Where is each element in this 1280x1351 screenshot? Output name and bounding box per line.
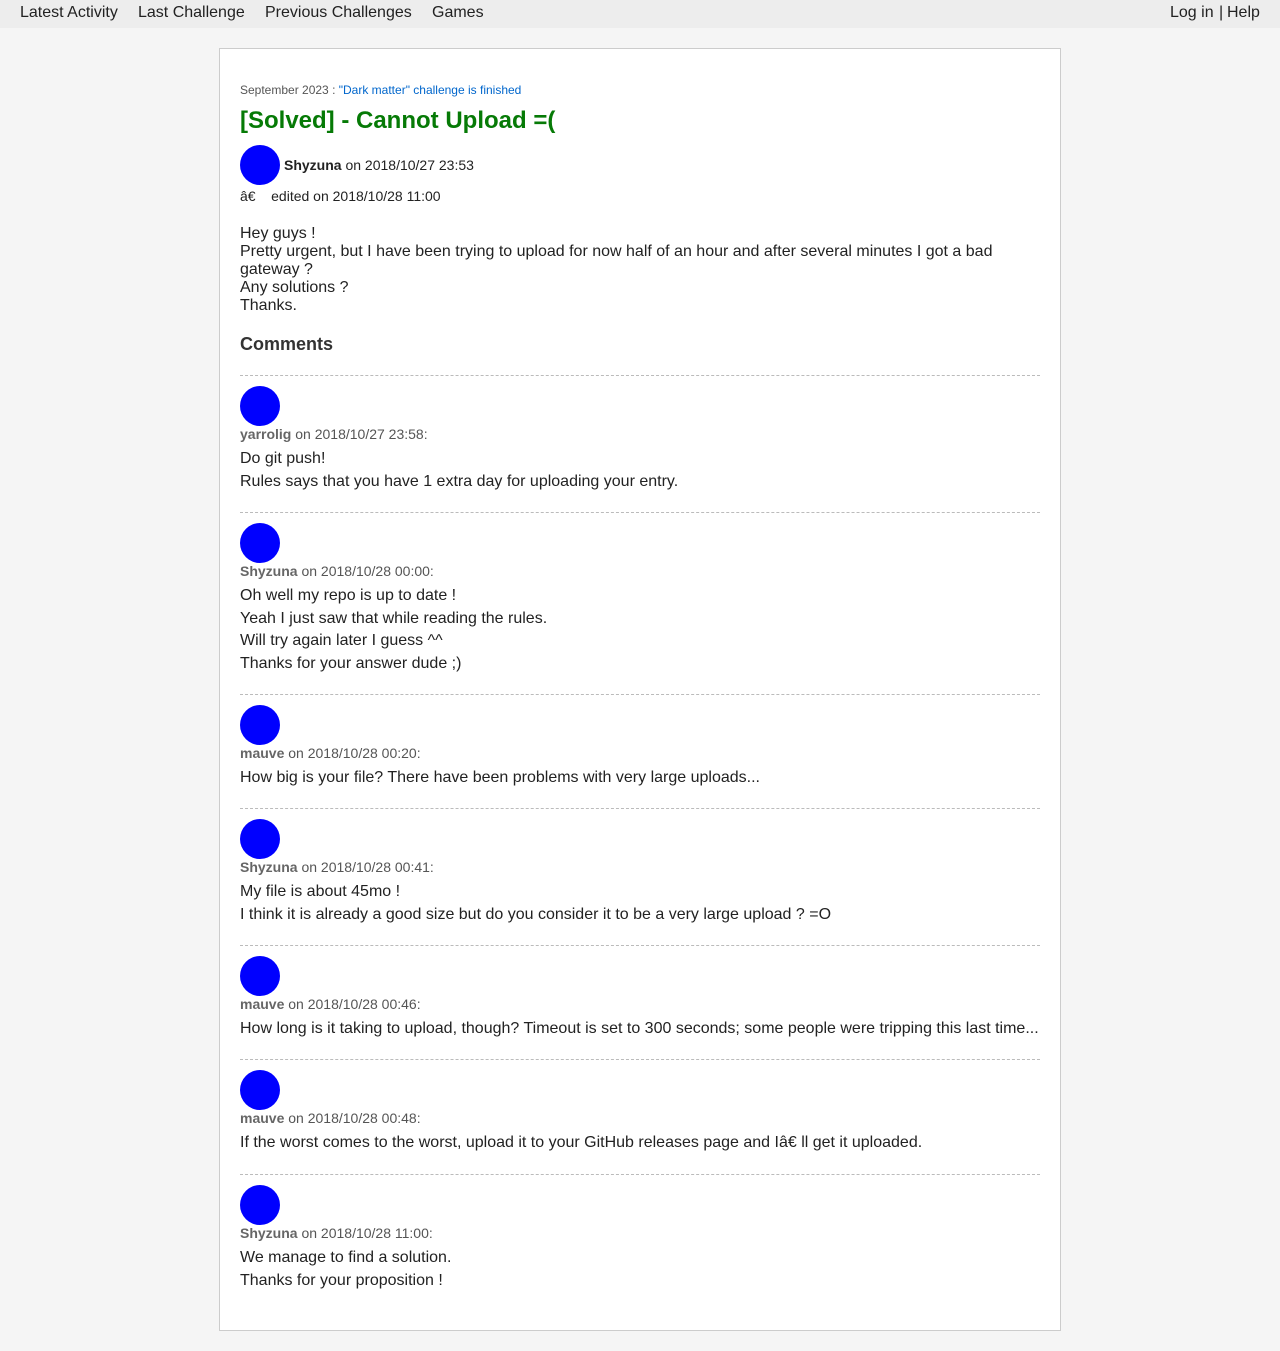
post-body: Hey guys ! Pretty urgent, but I have bee… bbox=[240, 225, 1030, 315]
comment-date: on 2018/10/28 00:00: bbox=[301, 563, 434, 579]
post-date: on 2018/10/27 23:53 bbox=[345, 157, 474, 173]
comment-body: Do git push! Rules says that you have 1 … bbox=[240, 448, 1040, 493]
comment-avatar[interactable] bbox=[240, 523, 280, 563]
nav-help[interactable]: Help bbox=[1227, 4, 1260, 22]
comment-body: If the worst comes to the worst, upload … bbox=[240, 1132, 1040, 1155]
announcement-bar: September 2023 : "Dark matter" challenge… bbox=[240, 83, 521, 97]
post-edited-line: â€ edited on 2018/10/28 11:00 bbox=[240, 188, 441, 204]
comment-meta: Shyzuna on 2018/10/28 00:00: bbox=[240, 563, 434, 579]
post-body-line: Thanks. bbox=[240, 297, 297, 314]
comment-item: yarrolig on 2018/10/27 23:58: Do git pus… bbox=[240, 375, 1040, 490]
comment-line: How big is your file? There have been pr… bbox=[240, 769, 760, 786]
post-title: [Solved] - Cannot Upload =( bbox=[240, 107, 556, 134]
comment-date: on 2018/10/28 00:48: bbox=[288, 1110, 421, 1126]
comment-avatar[interactable] bbox=[240, 819, 280, 859]
comment-line: My file is about 45mo ! bbox=[240, 883, 401, 900]
comment-line: Rules says that you have 1 extra day for… bbox=[240, 472, 679, 490]
announcement-date: September 2023 : bbox=[240, 83, 336, 97]
announcement-link[interactable]: "Dark matter" challenge is finished bbox=[339, 83, 522, 97]
comment-meta: Shyzuna on 2018/10/28 00:41: bbox=[240, 859, 434, 875]
comment-date: on 2018/10/28 00:46: bbox=[288, 996, 421, 1012]
comment-meta: mauve on 2018/10/28 00:46: bbox=[240, 996, 421, 1012]
comment-line: Do git push! bbox=[240, 450, 326, 467]
comment-author[interactable]: yarrolig bbox=[240, 426, 291, 442]
comment-item: Shyzuna on 2018/10/28 11:00: We manage t… bbox=[240, 1174, 1040, 1289]
comment-line: If the worst comes to the worst, upload … bbox=[240, 1134, 923, 1151]
nav-last-challenge[interactable]: Last Challenge bbox=[138, 4, 245, 22]
comment-avatar[interactable] bbox=[240, 705, 280, 745]
post-body-line: Hey guys ! bbox=[240, 225, 316, 242]
comment-date: on 2018/10/28 00:20: bbox=[288, 745, 421, 761]
comment-author[interactable]: mauve bbox=[240, 996, 284, 1012]
post-body-line: Any solutions ? bbox=[240, 279, 349, 296]
nav-previous-challenges[interactable]: Previous Challenges bbox=[265, 4, 412, 22]
comment-line: Thanks for your proposition ! bbox=[240, 1271, 443, 1289]
comment-line: Thanks for your answer dude ;) bbox=[240, 654, 462, 672]
comment-line: Will try again later I guess ^^ bbox=[240, 632, 443, 649]
comment-avatar[interactable] bbox=[240, 1185, 280, 1225]
comment-date: on 2018/10/28 11:00: bbox=[301, 1225, 433, 1241]
post-body-line: Pretty urgent, but I have been trying to… bbox=[240, 243, 993, 278]
comment-line: We manage to find a solution. bbox=[240, 1249, 452, 1266]
post-author-name[interactable]: Shyzuna bbox=[284, 157, 342, 173]
comment-meta: yarrolig on 2018/10/27 23:58: bbox=[240, 426, 428, 442]
post-author-line: Shyzuna on 2018/10/27 23:53 bbox=[284, 157, 474, 173]
comment-avatar[interactable] bbox=[240, 1070, 280, 1110]
comment-author[interactable]: Shyzuna bbox=[240, 563, 298, 579]
comment-author[interactable]: Shyzuna bbox=[240, 859, 298, 875]
comment-date: on 2018/10/28 00:41: bbox=[301, 859, 434, 875]
comment-body: We manage to find a solution. Thanks for… bbox=[240, 1247, 1040, 1292]
comment-line: How long is it taking to upload, though?… bbox=[240, 1020, 1039, 1037]
comment-date: on 2018/10/27 23:58: bbox=[295, 426, 428, 442]
top-nav-bar: Latest Activity Last Challenge Previous … bbox=[0, 0, 1280, 28]
comment-meta: Shyzuna on 2018/10/28 11:00: bbox=[240, 1225, 433, 1241]
main-content: September 2023 : "Dark matter" challenge… bbox=[219, 48, 1061, 1331]
nav-separator: | bbox=[1219, 4, 1224, 21]
nav-log-in[interactable]: Log in bbox=[1170, 4, 1214, 22]
comment-line: Oh well my repo is up to date ! bbox=[240, 587, 457, 604]
edited-prefix: â€ bbox=[240, 188, 256, 204]
comment-author[interactable]: mauve bbox=[240, 1110, 284, 1126]
comments-heading: Comments bbox=[240, 334, 334, 354]
comment-line: I think it is already a good size but do… bbox=[240, 905, 832, 923]
comment-avatar[interactable] bbox=[240, 386, 280, 426]
comment-meta: mauve on 2018/10/28 00:48: bbox=[240, 1110, 421, 1126]
comment-body: My file is about 45mo ! I think it is al… bbox=[240, 881, 1040, 926]
comment-author[interactable]: mauve bbox=[240, 745, 284, 761]
comment-line: Yeah I just saw that while reading the r… bbox=[240, 609, 548, 627]
nav-games[interactable]: Games bbox=[432, 4, 484, 22]
comment-item: Shyzuna on 2018/10/28 00:00: Oh well my … bbox=[240, 512, 1040, 672]
comment-body: How long is it taking to upload, though?… bbox=[240, 1018, 1040, 1041]
post-author-avatar[interactable] bbox=[240, 145, 280, 185]
comment-body: How big is your file? There have been pr… bbox=[240, 767, 1040, 790]
comment-item: mauve on 2018/10/28 00:20: How big is yo… bbox=[240, 694, 1040, 786]
comment-item: Shyzuna on 2018/10/28 00:41: My file is … bbox=[240, 808, 1040, 923]
edited-date: edited on 2018/10/28 11:00 bbox=[271, 188, 441, 204]
comment-author[interactable]: Shyzuna bbox=[240, 1225, 298, 1241]
comment-avatar[interactable] bbox=[240, 956, 280, 996]
nav-latest-activity[interactable]: Latest Activity bbox=[20, 4, 118, 22]
comment-item: mauve on 2018/10/28 00:48: If the worst … bbox=[240, 1059, 1040, 1151]
comment-item: mauve on 2018/10/28 00:46: How long is i… bbox=[240, 945, 1040, 1037]
comment-meta: mauve on 2018/10/28 00:20: bbox=[240, 745, 421, 761]
comment-body: Oh well my repo is up to date ! Yeah I j… bbox=[240, 585, 1040, 675]
